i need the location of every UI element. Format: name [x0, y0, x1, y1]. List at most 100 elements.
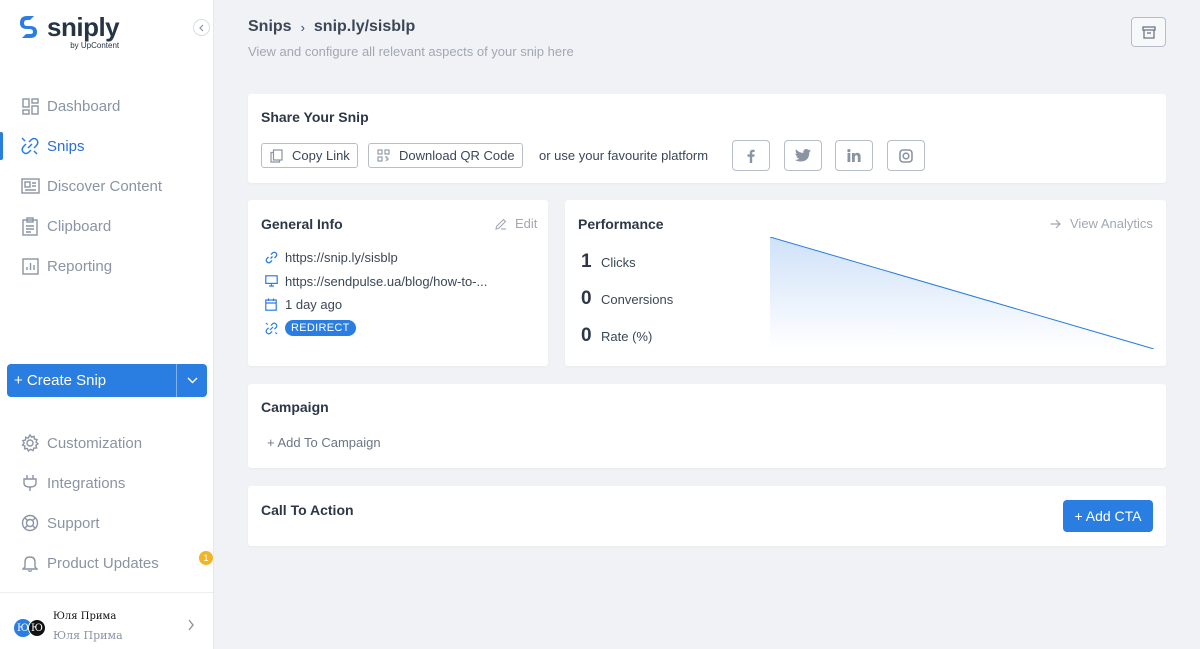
chevron-left-icon	[198, 24, 203, 31]
download-qr-label: Download QR Code	[399, 148, 515, 163]
stat-value: 0	[581, 288, 592, 309]
brand-sub: by UpContent	[70, 41, 120, 50]
download-qr-button[interactable]: Download QR Code	[368, 143, 523, 168]
share-twitter-button[interactable]	[784, 140, 822, 171]
sidebar-item-dashboard[interactable]: Dashboard	[0, 88, 213, 124]
add-to-campaign-button[interactable]: + Add To Campaign	[267, 435, 381, 450]
stat-clicks: 1 Clicks	[581, 251, 636, 273]
sidebar-item-label: Reporting	[47, 257, 113, 275]
sidebar-item-label: Clipboard	[47, 217, 112, 235]
user-subtitle: Юля Прима	[53, 629, 123, 642]
sidebar-item-label: Snips	[47, 137, 85, 155]
sidebar-item-label: Product Updates	[47, 554, 159, 572]
share-facebook-button[interactable]	[732, 140, 770, 171]
sidebar-item-clipboard[interactable]: Clipboard	[0, 208, 213, 244]
page-title: snip.ly/sisblp	[313, 18, 416, 35]
notification-badge: 1	[199, 551, 213, 565]
pencil-icon	[495, 218, 507, 230]
sidebar: sniply by UpContent Dashboard Snips Disc…	[0, 0, 214, 649]
cta-card: Call To Action + Add CTA	[248, 486, 1166, 546]
logo[interactable]: sniply by UpContent	[16, 12, 120, 50]
lifebuoy-icon	[20, 513, 40, 533]
edit-label: Edit	[515, 216, 538, 231]
breadcrumb: Snips › snip.ly/sisblp	[248, 18, 415, 36]
redirect-icon	[264, 321, 278, 335]
copy-link-button[interactable]: Copy Link	[261, 143, 358, 168]
clipboard-icon	[20, 216, 40, 236]
user-name: Юля Прима	[53, 611, 117, 622]
platform-text: or use your favourite platform	[539, 148, 709, 163]
create-snip-group: + Create Snip	[7, 364, 207, 397]
chevron-right-icon: ›	[300, 19, 305, 35]
sidebar-item-label: Support	[47, 514, 100, 532]
general-info-title: General Info	[261, 216, 343, 232]
divider	[0, 592, 213, 593]
sidebar-item-label: Integrations	[47, 474, 126, 492]
snip-url: https://snip.ly/sisblp	[285, 249, 398, 265]
target-url-row[interactable]: https://sendpulse.ua/blog/how-to-...	[264, 272, 487, 290]
stat-label: Rate (%)	[601, 329, 653, 344]
archive-icon	[1141, 25, 1156, 39]
calendar-icon	[264, 297, 278, 311]
redirect-badge: REDIRECT	[285, 320, 356, 336]
qr-code-icon	[375, 148, 391, 164]
create-snip-dropdown[interactable]	[177, 364, 207, 397]
snips-icon	[20, 136, 40, 156]
archive-button[interactable]	[1131, 17, 1166, 47]
sidebar-item-label: Discover Content	[47, 177, 163, 195]
created-row: 1 day ago	[264, 295, 342, 313]
create-snip-button[interactable]: + Create Snip	[7, 364, 177, 397]
view-analytics-label: View Analytics	[1070, 216, 1153, 231]
page-subtitle: View and configure all relevant aspects …	[248, 44, 574, 59]
cta-title: Call To Action	[261, 502, 354, 518]
avatar: Ю	[28, 619, 46, 637]
sidebar-item-label: Dashboard	[47, 97, 121, 115]
performance-title: Performance	[578, 216, 664, 232]
brand-name: sniply	[47, 12, 120, 42]
stat-label: Conversions	[601, 292, 674, 307]
twitter-icon	[795, 149, 811, 162]
type-row: REDIRECT	[264, 319, 356, 337]
discover-icon	[20, 176, 40, 196]
sidebar-item-discover-content[interactable]: Discover Content	[0, 168, 213, 204]
share-linkedin-button[interactable]	[835, 140, 873, 171]
sidebar-item-customization[interactable]: Customization	[0, 425, 213, 461]
facebook-icon	[747, 149, 755, 163]
sniply-logo-icon	[20, 16, 37, 38]
snip-url-row[interactable]: https://snip.ly/sisblp	[264, 248, 398, 266]
share-title: Share Your Snip	[261, 109, 369, 125]
sidebar-item-snips[interactable]: Snips	[0, 128, 213, 164]
campaign-title: Campaign	[261, 399, 329, 415]
bell-icon	[20, 553, 40, 573]
collapse-sidebar-button[interactable]	[193, 19, 210, 36]
chevron-right-icon	[188, 619, 194, 631]
created-time: 1 day ago	[285, 296, 343, 312]
breadcrumb-snips[interactable]: Snips	[248, 18, 292, 36]
performance-chart	[770, 237, 1154, 349]
sidebar-item-integrations[interactable]: Integrations	[0, 465, 213, 501]
linkedin-icon	[847, 149, 861, 162]
stat-value: 1	[581, 251, 592, 272]
share-instagram-button[interactable]	[887, 140, 925, 171]
sidebar-item-product-updates[interactable]: Product Updates	[0, 545, 213, 581]
monitor-icon	[264, 274, 278, 288]
campaign-card: Campaign + Add To Campaign	[248, 384, 1166, 468]
chevron-down-icon	[187, 377, 197, 384]
stat-label: Clicks	[601, 255, 636, 270]
stat-rate: 0 Rate (%)	[581, 325, 652, 347]
copy-icon	[268, 148, 284, 164]
arrow-right-icon	[1050, 219, 1061, 228]
view-analytics-link[interactable]: View Analytics	[1050, 216, 1153, 231]
sidebar-item-support[interactable]: Support	[0, 505, 213, 541]
edit-button[interactable]: Edit	[495, 216, 537, 231]
dashboard-icon	[20, 96, 40, 116]
target-url: https://sendpulse.ua/blog/how-to-...	[285, 273, 488, 289]
general-info-card: General Info Edit https://snip.ly/sisblp…	[248, 200, 548, 366]
stat-conversions: 0 Conversions	[581, 288, 673, 310]
copy-link-label: Copy Link	[292, 148, 350, 163]
user-menu[interactable]: Ю Ю Юля Прима Юля Прима	[14, 609, 209, 645]
sidebar-item-reporting[interactable]: Reporting	[0, 248, 213, 284]
stat-value: 0	[581, 325, 592, 346]
link-icon	[264, 250, 278, 264]
add-cta-button[interactable]: + Add CTA	[1063, 500, 1153, 532]
